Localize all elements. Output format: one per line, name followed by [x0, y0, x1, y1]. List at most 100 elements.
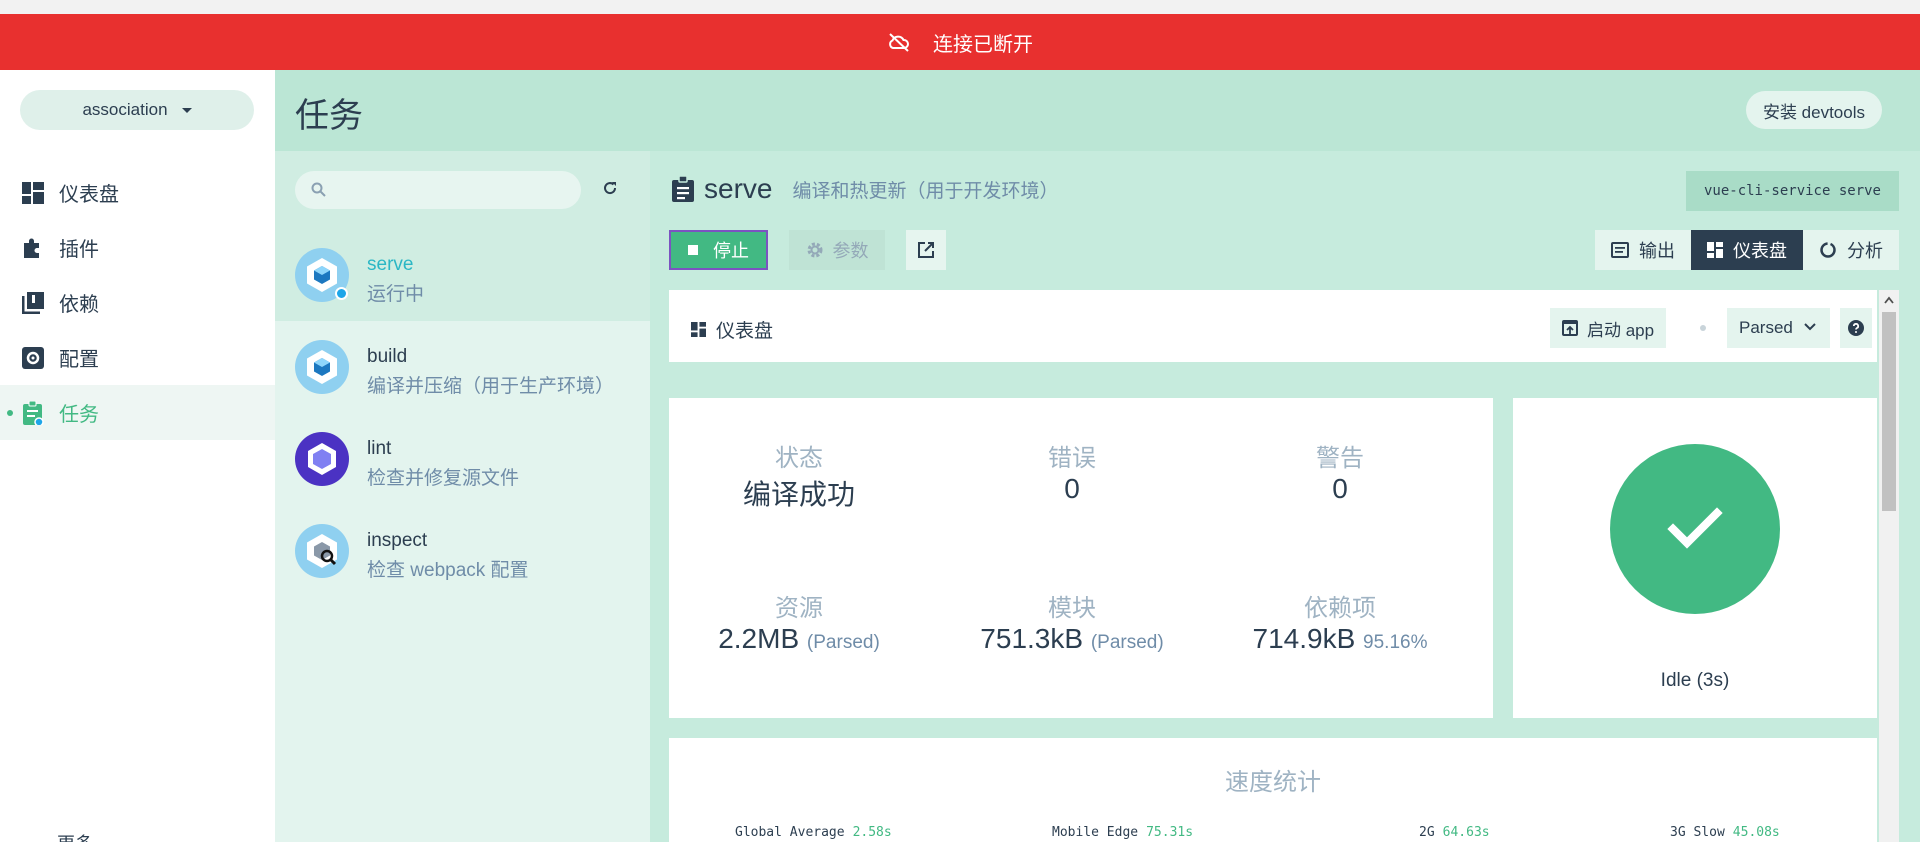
dashboard-icon: [691, 322, 706, 337]
task-item-serve[interactable]: serve 运行中: [275, 229, 650, 321]
sidebar-item-config[interactable]: 配置: [0, 330, 275, 385]
launch-app-button[interactable]: 启动 app: [1550, 308, 1667, 348]
scrollbar-thumb[interactable]: [1882, 312, 1896, 511]
size-mode-select[interactable]: Parsed: [1727, 308, 1830, 348]
more-menu[interactable]: 更多: [57, 830, 93, 842]
task-subtitle: 编译和热更新（用于开发环境）: [792, 180, 1059, 202]
speed-stat-item: Global Average 2.58s: [735, 825, 892, 840]
stat-value: 编译成功: [742, 479, 855, 510]
task-search-bar: [275, 151, 650, 229]
speed-stat-item: 3G Slow 45.08s: [1670, 825, 1780, 840]
task-name: inspect: [367, 530, 428, 551]
speed-stat-item: Mobile Edge 75.31s: [1052, 825, 1193, 840]
stat-warnings: 警告 0: [1210, 438, 1470, 505]
sidebar-item-label: 依赖: [59, 294, 99, 316]
sidebar-nav: 仪表盘 插件 依赖 配置 任务: [0, 165, 275, 440]
tab-output[interactable]: 输出: [1595, 230, 1691, 270]
library-books-icon: [21, 291, 45, 315]
stat-assets: 资源 2.2MB (Parsed): [669, 588, 929, 655]
parameters-button-label: 参数: [832, 241, 869, 261]
tab-analyze[interactable]: 分析: [1803, 230, 1899, 270]
idle-status-text: Idle (3s): [1660, 670, 1730, 691]
speed-stat-item: 2G 64.63s: [1419, 825, 1490, 840]
open-in-browser-icon: [1562, 320, 1578, 336]
speed-stats-title: 速度统计: [1225, 769, 1321, 796]
parameters-button[interactable]: 参数: [789, 230, 885, 270]
stop-button-label: 停止: [713, 241, 749, 261]
banner-text: 连接已断开: [933, 33, 1033, 56]
task-title: serve: [704, 173, 773, 204]
sidebar-item-label: 配置: [59, 349, 99, 371]
stat-label: 资源: [775, 595, 823, 622]
task-item-lint[interactable]: lint 检查并修复源文件: [275, 413, 650, 505]
install-devtools-button[interactable]: 安装 devtools: [1745, 91, 1882, 129]
bookmarks-bar: [0, 0, 1920, 14]
search-icon: [311, 182, 326, 197]
disconnected-banner: 连接已断开: [0, 14, 1920, 70]
stat-value: 2.2MB: [718, 623, 800, 654]
stat-value: 0: [1064, 473, 1080, 504]
sidebar: association 仪表盘 插件 依赖 配置 任务: [0, 70, 275, 842]
page-header: 任务 安装 devtools: [275, 70, 1920, 151]
separator-dot: [1700, 325, 1706, 331]
clipboard-icon: [21, 400, 45, 425]
open-external-button[interactable]: [906, 230, 946, 270]
task-description: 检查并修复源文件: [367, 468, 520, 489]
tab-label: 仪表盘: [1733, 241, 1787, 261]
project-selector[interactable]: association: [20, 90, 254, 130]
speed-stat-value: 64.63s: [1442, 825, 1490, 840]
sidebar-item-dependencies[interactable]: 依赖: [0, 275, 275, 330]
tab-dashboard[interactable]: 仪表盘: [1691, 230, 1803, 270]
help-icon: [1848, 320, 1864, 336]
help-button[interactable]: [1840, 308, 1872, 348]
donut-chart-icon: [1820, 242, 1836, 258]
stat-label: 状态: [775, 445, 823, 472]
stat-dependencies: 依赖项 714.9kB 95.16%: [1210, 588, 1470, 655]
stat-note: 95.16%: [1363, 632, 1428, 653]
size-mode-value: Parsed: [1739, 318, 1793, 337]
dashboard-label: 仪表盘: [691, 316, 773, 343]
stat-note: (Parsed): [1090, 632, 1164, 653]
stat-label: 依赖项: [1304, 595, 1376, 622]
speed-stat-name: Mobile Edge: [1052, 825, 1139, 840]
caret-down-icon: [181, 107, 192, 113]
task-search-input[interactable]: [295, 171, 581, 209]
dashboard-scrollbar[interactable]: [1879, 290, 1899, 842]
stat-status: 状态 编译成功: [669, 438, 929, 513]
speed-stat-value: 75.31s: [1146, 825, 1194, 840]
puzzle-icon: [21, 236, 45, 260]
dashboard-label-text: 仪表盘: [716, 321, 774, 342]
page-title: 任务: [295, 97, 363, 135]
cloud-off-icon: [889, 33, 909, 52]
sidebar-item-tasks[interactable]: 任务: [0, 385, 275, 440]
webpack-cube-icon: [295, 340, 349, 394]
task-description: 编译并压缩（用于生产环境）: [367, 376, 615, 397]
stat-value: 714.9kB: [1252, 623, 1356, 654]
chevron-down-icon: [1804, 323, 1816, 331]
dashboard-toolbar: 仪表盘 启动 app Parsed: [669, 290, 1877, 362]
task-item-inspect[interactable]: inspect 检查 webpack 配置: [275, 505, 650, 597]
dashboard-icon: [1707, 242, 1723, 258]
sidebar-item-plugins[interactable]: 插件: [0, 220, 275, 275]
tab-label: 输出: [1639, 241, 1675, 261]
eslint-hexagon-icon: [295, 432, 349, 486]
task-header: serve 编译和热更新（用于开发环境）: [672, 173, 1058, 205]
settings-box-icon: [21, 346, 45, 370]
clipboard-icon: [672, 176, 694, 202]
sidebar-item-label: 仪表盘: [59, 184, 119, 206]
view-tabs: 输出 仪表盘 分析: [1595, 230, 1899, 270]
tab-label: 分析: [1847, 241, 1883, 261]
sidebar-item-dashboard[interactable]: 仪表盘: [0, 165, 275, 220]
stat-modules: 模块 751.3kB (Parsed): [942, 588, 1202, 655]
task-item-build[interactable]: build 编译并压缩（用于生产环境）: [275, 321, 650, 413]
speed-stat-value: 45.08s: [1732, 825, 1780, 840]
speed-stat-name: Global Average: [735, 825, 845, 840]
refresh-icon[interactable]: [601, 179, 619, 197]
command-badge: vue-cli-service serve: [1685, 171, 1899, 211]
stop-button[interactable]: 停止: [669, 230, 768, 270]
scroll-up-arrow-icon[interactable]: [1884, 296, 1894, 304]
sidebar-item-label: 插件: [59, 239, 99, 261]
speed-stat-name: 2G: [1419, 825, 1435, 840]
task-name: build: [367, 346, 408, 367]
task-detail-panel: serve 编译和热更新（用于开发环境） vue-cli-service ser…: [650, 151, 1920, 842]
